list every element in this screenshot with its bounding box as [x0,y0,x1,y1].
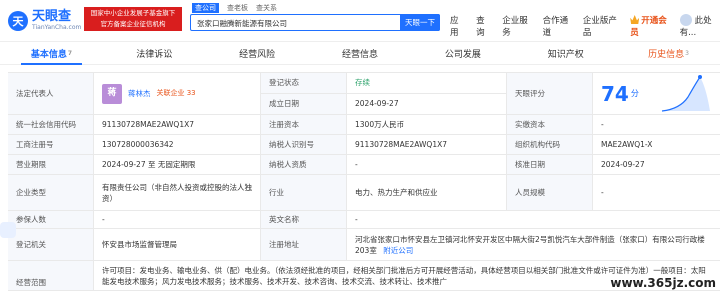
tab-history[interactable]: 历史信息 3 [617,42,720,64]
legal-rep-cell: 蒋 蒋林杰 关联企业 33 [94,73,261,114]
nav-apps[interactable]: 应用 [450,14,464,38]
nav-cooperation[interactable]: 合作通道 [543,14,571,38]
related-companies-link[interactable]: 关联企业 33 [157,88,196,99]
user-menu[interactable]: 此处有... [679,14,720,38]
search-tab-company[interactable]: 查公司 [192,3,219,13]
score-cell: 74 分 [593,73,720,114]
score-trend-graphic [661,75,710,112]
top-nav: 应用 查询 企业服务 合作通道 企业版产品 开通会员 此处有... [450,14,720,38]
reg-status-label: 登记状态 [261,73,346,94]
table-row: 参保人数 - 英文名称 - [8,211,720,229]
watermark: www.365jz.com [610,276,716,290]
logo-name: 天眼查 [32,9,72,24]
avatar [679,14,692,26]
tab-ip[interactable]: 知识产权 [514,42,617,64]
nav-query[interactable]: 查询 [476,14,490,38]
search-button[interactable]: 天眼一下 [400,14,440,31]
table-row: 营业期限 2024-09-27 至 无固定期限 纳税人资质 - 核准日期 202… [8,155,720,175]
crown-icon [630,15,640,24]
table-row: 法定代表人 蒋 蒋林杰 关联企业 33 登记状态 成立日期 存续 2024-09… [8,73,720,115]
table-row: 工商注册号 130728000036342 纳税人识别号 91130728MAE… [8,135,720,155]
legal-rep-name[interactable]: 蒋林杰 [128,88,151,99]
official-banner: 国家中小企业发展子基金旗下 官方备案企业征信机构 [84,7,182,31]
search-tab-relation[interactable]: 查关系 [256,3,277,13]
nav-service[interactable]: 企业服务 [502,14,530,38]
search-tabs: 查公司 查老板 查关系 [192,3,277,13]
search-tab-boss[interactable]: 查老板 [227,3,248,13]
tab-operation[interactable]: 经营信息 [309,42,412,64]
reg-address: 河北省张家口市怀安县左卫镇河北怀安开发区中隔大街2号凯悦汽车大部件制造（张家口）… [355,235,705,255]
legal-rep-label: 法定代表人 [8,73,94,114]
logo-sub: TianYanCha.com [32,24,82,31]
tab-risk[interactable]: 经营风险 [206,42,309,64]
score-value: 74 [601,81,629,106]
section-tabs: 基本信息 7 法律诉讼 经营风险 经营信息 公司发展 知识产权 历史信息 3 [0,42,720,65]
tab-legal[interactable]: 法律诉讼 [103,42,206,64]
basic-info-table: 法定代表人 蒋 蒋林杰 关联企业 33 登记状态 成立日期 存续 2024-09… [8,72,720,291]
legal-rep-avatar: 蒋 [102,83,122,104]
reg-status-value: 存续 [347,73,506,94]
table-row: 统一社会信用代码 91130728MAE2AWQ1X7 注册资本 1300万人民… [8,115,720,135]
chat-icon[interactable] [0,222,16,238]
nearby-companies-link[interactable]: 附近公司 [383,246,413,255]
top-bar: 天 天眼查 TianYanCha.com 国家中小企业发展子基金旗下 官方备案企… [0,0,720,42]
nav-enterprise[interactable]: 企业版产品 [583,14,618,38]
tab-development[interactable]: 公司发展 [411,42,514,64]
table-row: 登记机关 怀安县市场监督管理局 注册地址 河北省张家口市怀安县左卫镇河北怀安开发… [8,229,720,261]
est-date-label: 成立日期 [261,93,346,114]
score-unit: 分 [630,89,639,98]
logo[interactable]: 天 天眼查 TianYanCha.com [8,7,81,35]
logo-mark: 天 [8,11,28,31]
table-row: 企业类型 有限责任公司（非自然人投资或控股的法人独资） 行业 电力、热力生产和供… [8,175,720,211]
vip-button[interactable]: 开通会员 [630,14,667,38]
est-date-value: 2024-09-27 [355,99,399,109]
score-label: 天眼评分 [507,73,593,114]
tab-basic-info[interactable]: 基本信息 7 [0,42,103,65]
